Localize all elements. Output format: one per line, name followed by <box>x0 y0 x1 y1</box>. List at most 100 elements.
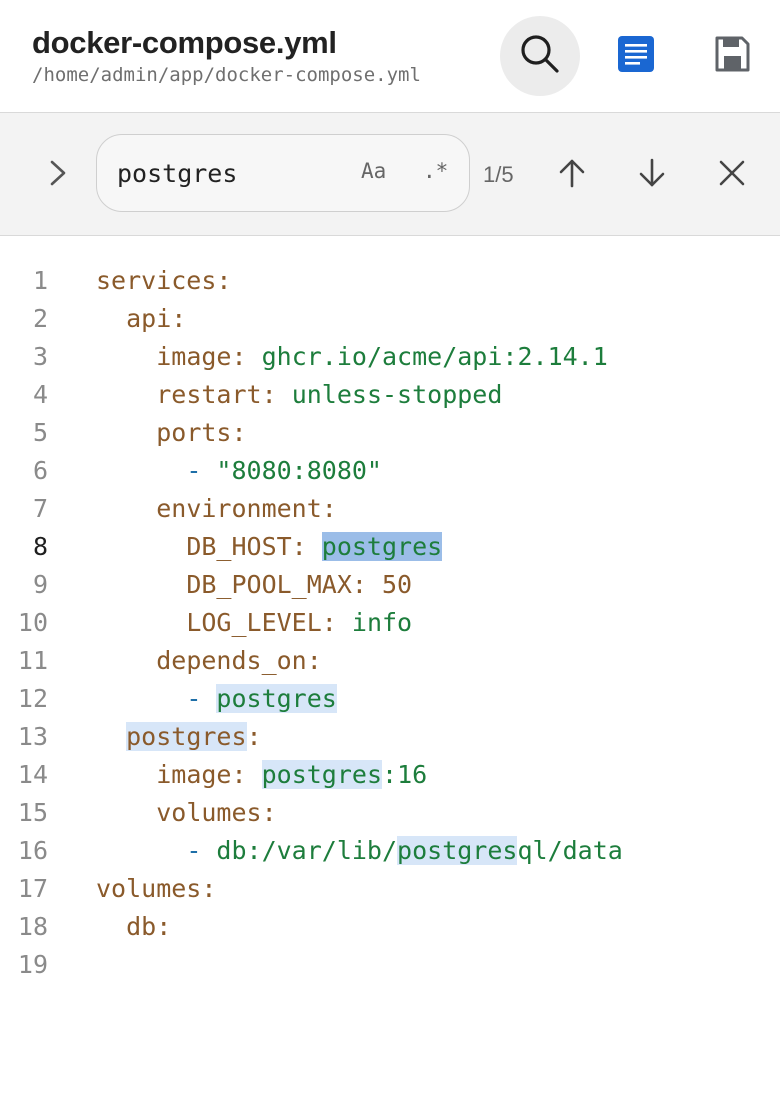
line-number: 6 <box>32 456 48 485</box>
match-count: 1/5 <box>483 162 514 187</box>
search-match: postgres <box>321 532 443 561</box>
code-text: DB_POOL_MAX: 50 <box>96 566 412 604</box>
file-path: /home/admin/app/docker-compose.yml <box>32 64 421 86</box>
code-token: : <box>156 912 172 941</box>
code-line[interactable]: 10 LOG_LEVEL: info <box>0 604 780 642</box>
line-number: 16 <box>17 836 48 865</box>
code-line[interactable]: 19 <box>0 946 780 984</box>
close-icon <box>718 159 746 192</box>
regex-toggle[interactable]: .* <box>423 159 448 183</box>
code-token: - <box>186 456 217 485</box>
code-line[interactable]: 16 - db:/var/lib/postgresql/data <box>0 832 780 870</box>
code-token: depends_on <box>156 646 307 675</box>
code-text: - "8080:8080" <box>96 452 382 490</box>
code-token: image <box>156 342 232 371</box>
line-number: 4 <box>32 380 48 409</box>
line-number: 9 <box>32 570 48 599</box>
code-line[interactable]: 6 - "8080:8080" <box>0 452 780 490</box>
line-number: 8 <box>32 532 48 561</box>
line-number: 3 <box>32 342 48 371</box>
code-token: : <box>216 266 232 295</box>
code-line[interactable]: 12 - postgres <box>0 680 780 718</box>
code-token: DB_POOL_MAX <box>186 570 352 599</box>
code-line[interactable]: 4 restart: unless-stopped <box>0 376 780 414</box>
line-number: 10 <box>17 608 48 637</box>
arrow-up-icon <box>557 157 587 194</box>
code-token: : <box>261 380 292 409</box>
line-number: 11 <box>17 646 48 675</box>
code-token: : <box>261 798 277 827</box>
code-line[interactable]: 9 DB_POOL_MAX: 50 <box>0 566 780 604</box>
code-text: volumes: <box>96 870 216 908</box>
code-token: ghcr.io/acme/api:2.14.1 <box>261 342 608 371</box>
close-find-button[interactable] <box>708 151 756 199</box>
code-token: - <box>186 684 217 713</box>
match-case-toggle[interactable]: Aa <box>361 159 386 183</box>
find-bar: Aa .* 1/5 <box>0 113 780 236</box>
code-line[interactable]: 15 volumes: <box>0 794 780 832</box>
code-token: unless-stopped <box>291 380 503 409</box>
word-wrap-button[interactable] <box>608 28 664 84</box>
file-title: docker-compose.yml <box>32 25 337 60</box>
next-match-button[interactable] <box>628 151 676 199</box>
save-button[interactable] <box>704 28 760 84</box>
search-icon <box>519 33 561 80</box>
previous-match-button[interactable] <box>548 151 596 199</box>
code-text: LOG_LEVEL: info <box>96 604 412 642</box>
code-token: volumes <box>96 874 202 903</box>
code-text: DB_HOST: postgres <box>96 528 443 566</box>
code-line[interactable]: 2 api: <box>0 300 780 338</box>
code-line[interactable]: 5 ports: <box>0 414 780 452</box>
code-text: ports: <box>96 414 247 452</box>
code-editor[interactable]: 1 services: 2 api: 3 image: ghcr.io/acme/ap… <box>0 262 780 984</box>
code-token: : <box>231 418 247 447</box>
code-line[interactable]: 13 postgres: <box>0 718 780 756</box>
code-line[interactable]: 17 volumes: <box>0 870 780 908</box>
find-input[interactable] <box>117 153 337 193</box>
code-text: restart: unless-stopped <box>96 376 502 414</box>
code-text: - postgres <box>96 680 337 718</box>
search-button[interactable] <box>500 16 580 96</box>
code-token: 50 <box>382 570 413 599</box>
code-token: api <box>126 304 172 333</box>
code-token: DB_HOST <box>186 532 292 561</box>
line-number: 12 <box>17 684 48 713</box>
search-match: postgres <box>216 684 337 713</box>
code-token: : <box>351 570 382 599</box>
editor-header: docker-compose.yml /home/admin/app/docke… <box>0 0 780 113</box>
code-line[interactable]: 11 depends_on: <box>0 642 780 680</box>
code-token: db <box>126 912 157 941</box>
arrow-down-icon <box>637 157 667 194</box>
code-line[interactable]: 14 image: postgres:16 <box>0 756 780 794</box>
line-number: 2 <box>32 304 48 333</box>
code-line[interactable]: 3 image: ghcr.io/acme/api:2.14.1 <box>0 338 780 376</box>
code-token: services <box>96 266 217 295</box>
code-line[interactable]: 1 services: <box>0 262 780 300</box>
code-token: : <box>201 874 217 903</box>
code-line[interactable]: 18 db: <box>0 908 780 946</box>
code-token: ports <box>156 418 232 447</box>
code-line[interactable]: 8 DB_HOST: postgres <box>0 528 780 566</box>
code-token: : <box>321 608 352 637</box>
line-number: 19 <box>17 950 48 979</box>
code-line[interactable]: 7 environment: <box>0 490 780 528</box>
chevron-right-icon <box>45 158 69 193</box>
line-number: 18 <box>17 912 48 941</box>
code-text: api: <box>96 300 186 338</box>
line-number: 7 <box>32 494 48 523</box>
code-token: environment <box>156 494 322 523</box>
expand-replace-button[interactable] <box>33 151 81 199</box>
line-number: 5 <box>32 418 48 447</box>
code-token: : <box>246 722 262 751</box>
save-icon <box>712 34 752 79</box>
